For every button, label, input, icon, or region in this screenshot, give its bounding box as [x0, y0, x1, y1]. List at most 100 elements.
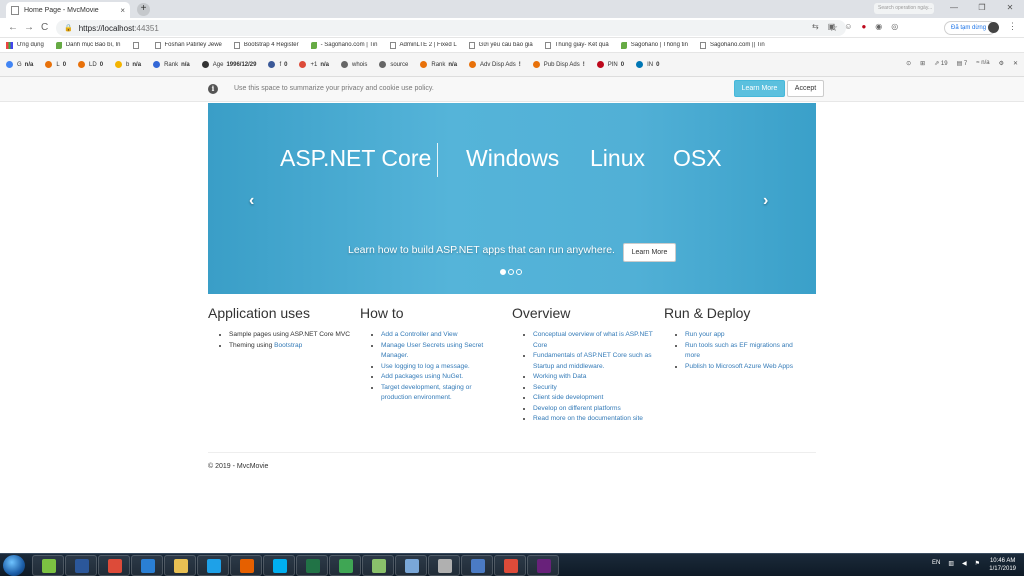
doc-link[interactable]: Add packages using NuGet.: [381, 373, 463, 380]
target-icon[interactable]: ◎: [891, 22, 898, 31]
carousel-learn-more-button[interactable]: Learn More: [623, 243, 676, 262]
taskbar-app[interactable]: [395, 555, 427, 576]
seo-metric[interactable]: Rank n/a: [153, 61, 190, 68]
seo-metric[interactable]: LD 0: [78, 61, 103, 68]
list-item: Run tools such as EF migrations and more: [685, 341, 808, 362]
forward-button[interactable]: →: [24, 21, 34, 35]
cookie-learn-more-button[interactable]: Learn More: [734, 80, 785, 97]
new-tab-button[interactable]: +: [137, 3, 150, 16]
doc-link[interactable]: Bootstrap: [274, 342, 302, 349]
doc-link[interactable]: Security: [533, 384, 557, 391]
doc-link[interactable]: Develop on different platforms: [533, 405, 621, 412]
seo-tool-icon[interactable]: ⚙: [999, 60, 1004, 67]
doc-link[interactable]: Publish to Microsoft Azure Web Apps: [685, 363, 793, 370]
seo-metric[interactable]: PIN 0: [596, 61, 624, 68]
seo-metric[interactable]: whois: [341, 61, 367, 68]
doc-link[interactable]: Conceptual overview of what is ASP.NET C…: [533, 331, 653, 349]
address-bar[interactable]: 🔒 https://localhost:44351 ☆: [56, 20, 846, 36]
start-button[interactable]: [3, 555, 25, 576]
doc-link[interactable]: Read more on the documentation site: [533, 415, 643, 422]
seo-tool-icon[interactable]: ▤ 7: [957, 60, 968, 67]
seo-metric[interactable]: b n/a: [115, 61, 141, 68]
seo-metric[interactable]: Gn/a: [6, 61, 33, 68]
taskbar-app[interactable]: [65, 555, 97, 576]
doc-link[interactable]: Run tools such as EF migrations and more: [685, 342, 793, 360]
smile-icon[interactable]: ☺: [844, 22, 852, 31]
seo-metric[interactable]: Adv Disp Ads!: [469, 61, 521, 68]
doc-link[interactable]: Run your app: [685, 331, 725, 338]
reload-button[interactable]: C: [41, 21, 48, 35]
back-button[interactable]: ←: [8, 21, 18, 35]
language-indicator[interactable]: EN: [932, 560, 940, 567]
seo-metric[interactable]: f0: [268, 61, 287, 68]
seo-metric[interactable]: +1 n/a: [299, 61, 329, 68]
cookie-accept-button[interactable]: Accept: [787, 80, 824, 97]
bookmark-item[interactable]: Gửi yêu cầu báo giá: [468, 41, 533, 49]
seo-metric[interactable]: Age 1996/12/29: [201, 61, 256, 68]
bookmark-item[interactable]: Sagohano | Thông tin: [620, 41, 688, 49]
avatar[interactable]: [988, 22, 999, 33]
taskbar-app[interactable]: [197, 555, 229, 576]
doc-link[interactable]: Client side development: [533, 394, 603, 401]
taskbar-app[interactable]: [428, 555, 460, 576]
tab-close-icon[interactable]: ×: [120, 6, 125, 15]
doc-link[interactable]: Target development, staging or productio…: [381, 384, 472, 402]
taskbar-app[interactable]: [296, 555, 328, 576]
bookmark-item[interactable]: AdminLTE 2 | Fixed L: [389, 41, 457, 49]
seo-tool-icon[interactable]: ⊙: [906, 60, 911, 67]
doc-link[interactable]: Working with Data: [533, 373, 586, 380]
bookmark-item[interactable]: Ứng dụng: [6, 41, 44, 49]
flag-icon[interactable]: ⚑: [975, 560, 980, 567]
bookmark-item[interactable]: Foshan Patirley Jewe: [154, 41, 222, 49]
pinterest-icon[interactable]: ●: [861, 22, 866, 31]
seo-tool-icon[interactable]: ⇗ 19: [934, 60, 947, 67]
taskbar-app[interactable]: [230, 555, 262, 576]
bookmark-item[interactable]: Thùng giấy- Kết quả: [544, 41, 609, 49]
taskbar-app[interactable]: [362, 555, 394, 576]
translate-icon[interactable]: ⇆: [812, 22, 819, 31]
system-clock[interactable]: 10:46 AM 1/17/2019: [989, 557, 1016, 573]
carousel-prev-icon[interactable]: ‹: [249, 192, 254, 210]
doc-link[interactable]: Fundamentals of ASP.NET Core such as Sta…: [533, 352, 652, 370]
tab-home[interactable]: Home Page - MvcMovie ×: [6, 2, 130, 18]
taskbar-app[interactable]: [32, 555, 64, 576]
carousel-next-icon[interactable]: ›: [763, 192, 768, 210]
profile-search[interactable]: Search operation ngày...: [874, 3, 934, 14]
seo-metric[interactable]: L0: [45, 61, 66, 68]
taskbar-app[interactable]: [131, 555, 163, 576]
minimize-button[interactable]: —: [940, 0, 968, 16]
volume-icon[interactable]: ◀: [962, 560, 967, 567]
doc-link[interactable]: Use logging to log a message.: [381, 363, 470, 370]
taskbar-app[interactable]: [164, 555, 196, 576]
seo-metric[interactable]: Pub Disp Ads!: [532, 61, 585, 68]
taskbar-app[interactable]: [98, 555, 130, 576]
bookmark-item[interactable]: Sagohano.com || Tin: [699, 41, 765, 49]
seo-tool-icon[interactable]: ⊞: [920, 60, 925, 67]
taskbar-app[interactable]: [494, 555, 526, 576]
android-icon[interactable]: ▣: [828, 22, 836, 31]
carousel-indicators: [500, 269, 522, 275]
seo-metric[interactable]: source: [379, 61, 408, 68]
close-window-button[interactable]: ✕: [996, 0, 1024, 16]
seo-metric[interactable]: IN 0: [636, 61, 659, 68]
bookmark-item[interactable]: Danh mục Bao bì, In: [55, 41, 121, 49]
settings-ext-icon[interactable]: ◉: [875, 22, 882, 31]
seo-tool-icon[interactable]: ✕: [1013, 60, 1018, 67]
seo-tool-icon[interactable]: ≈ n/a: [976, 60, 989, 67]
seo-metric[interactable]: Rank n/a: [420, 61, 457, 68]
taskbar-app[interactable]: [263, 555, 295, 576]
bookmark-item[interactable]: - Sagohano.com | Tin: [310, 41, 378, 49]
taskbar-app[interactable]: [461, 555, 493, 576]
bookmark-item[interactable]: [132, 41, 143, 49]
taskbar-app[interactable]: [329, 555, 361, 576]
more-menu-icon[interactable]: ⋮: [1008, 21, 1017, 32]
bookmark-item[interactable]: Bootstrap 4 Register: [233, 41, 299, 49]
maximize-button[interactable]: ❐: [968, 0, 996, 16]
carousel-indicator[interactable]: [508, 269, 514, 275]
carousel-indicator[interactable]: [500, 269, 506, 275]
network-icon[interactable]: ▥: [948, 560, 954, 567]
carousel-indicator[interactable]: [516, 269, 522, 275]
doc-link[interactable]: Add a Controller and View: [381, 331, 458, 338]
doc-link[interactable]: Manage User Secrets using Secret Manager…: [381, 342, 483, 360]
taskbar-app[interactable]: [527, 555, 559, 576]
